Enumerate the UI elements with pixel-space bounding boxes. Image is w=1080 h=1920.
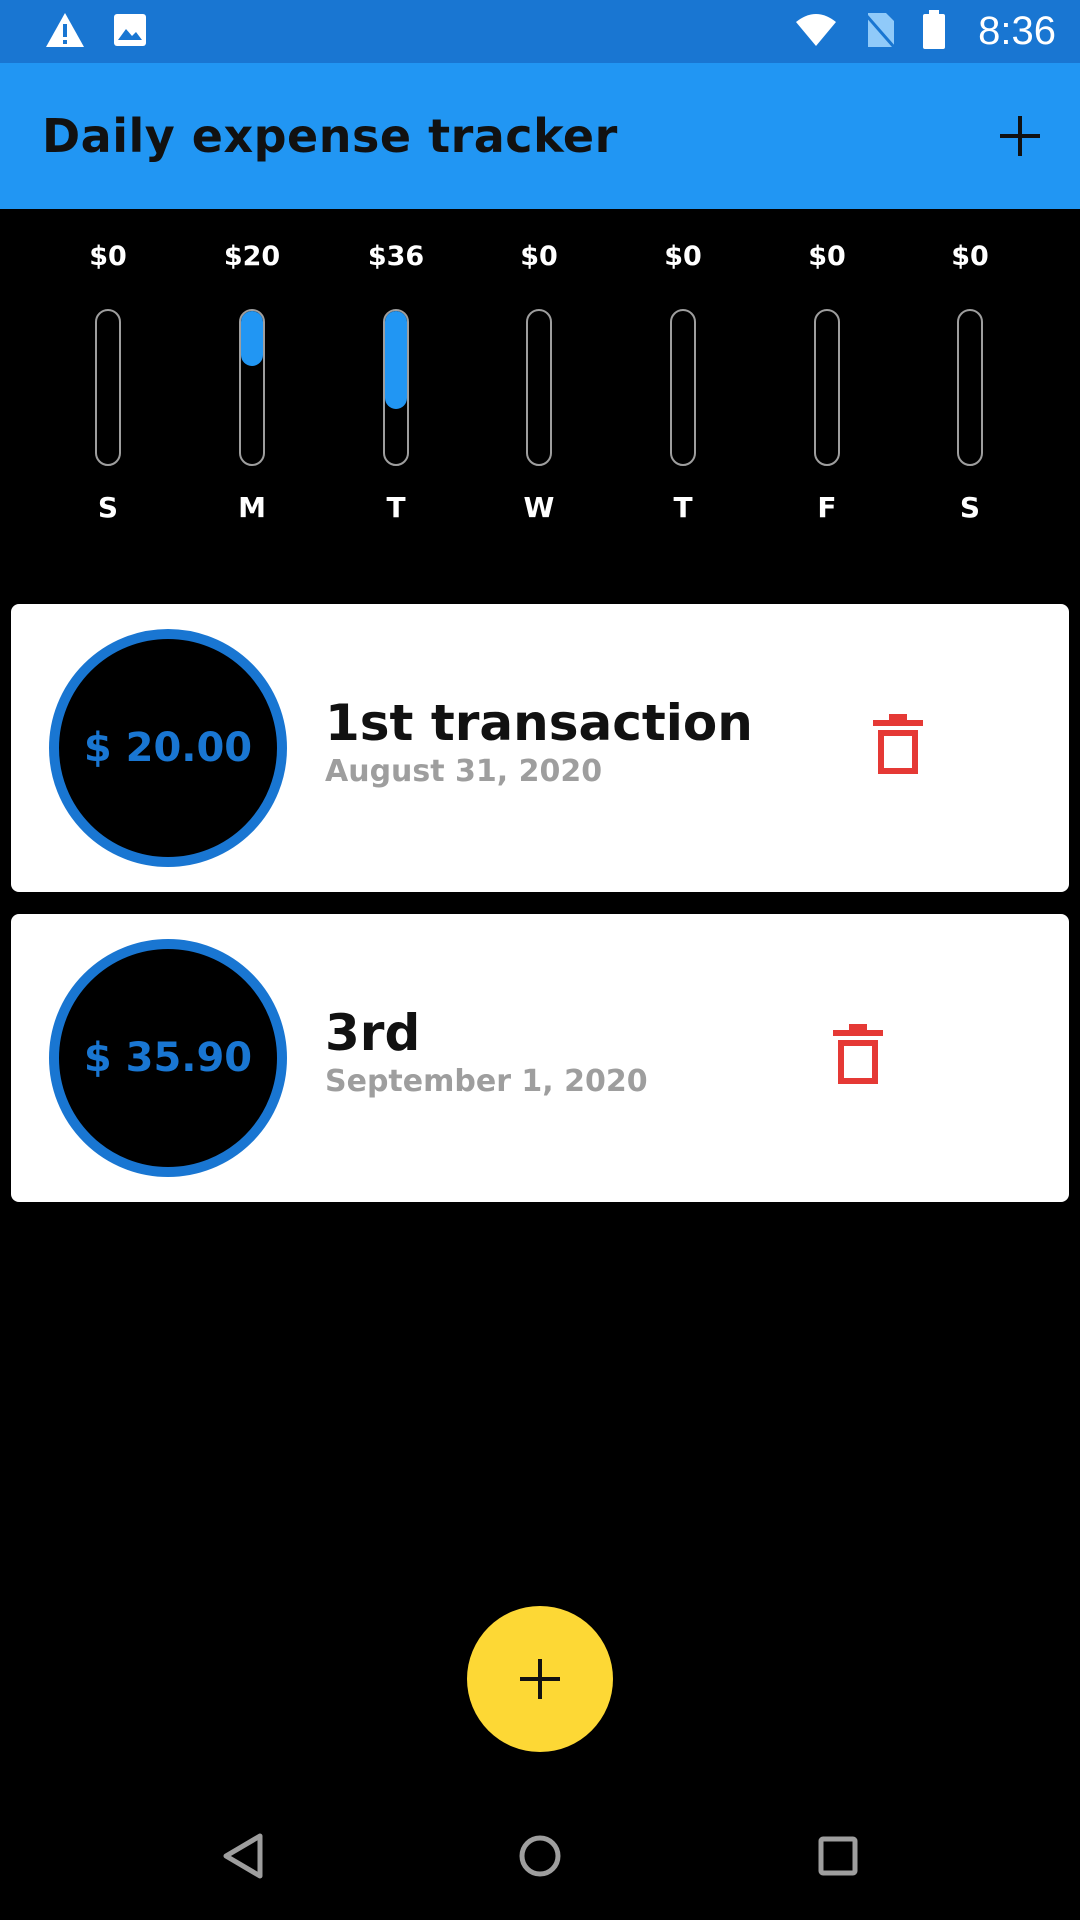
amount-avatar: $ 35.90 [49,939,287,1177]
transaction-title: 3rd [325,1004,421,1062]
trash-icon [873,714,923,774]
bar-day-label: M [238,491,266,524]
status-bar: 8:36 [0,0,1080,63]
nav-bar [0,1792,1080,1920]
bar-amount: $0 [520,241,558,272]
home-icon [519,1835,561,1877]
back-icon [223,1833,263,1879]
bar-track [526,309,552,466]
bar-fill [241,311,263,367]
add-transaction-button[interactable] [988,104,1052,168]
page-title: Daily expense tracker [42,109,618,163]
chart-bar-sun: $0 S [53,209,163,549]
bar-track [95,309,121,466]
no-sim-icon [864,11,896,53]
bar-fill [385,311,407,409]
transaction-card: $ 20.00 1st transaction August 31, 2020 [11,604,1069,892]
bar-day-label: F [817,491,837,524]
weekly-chart: $0 S $20 M $36 T $0 W $0 T $0 F $0 S [0,209,1080,549]
transaction-card: $ 35.90 3rd September 1, 2020 [11,914,1069,1202]
back-button[interactable] [210,1824,274,1888]
status-left [44,11,148,53]
add-icon [520,1659,560,1699]
chart-bar-fri: $0 F [772,209,882,549]
add-fab-button[interactable] [467,1606,613,1752]
chart-bar-thu: $0 T [628,209,738,549]
transaction-amount: $ 20.00 [83,725,253,771]
bar-track [814,309,840,466]
bar-amount: $0 [664,241,702,272]
bar-amount: $0 [951,241,989,272]
bar-track [957,309,983,466]
transaction-date: August 31, 2020 [325,754,603,789]
bar-amount: $20 [223,241,281,272]
bar-day-label: T [673,491,693,524]
bar-amount: $0 [89,241,127,272]
bar-day-label: S [959,491,981,524]
warning-icon [44,11,86,53]
bar-day-label: S [97,491,119,524]
chart-bar-tue: $36 T [341,209,451,549]
status-time: 8:36 [978,9,1056,53]
add-icon [1000,116,1040,156]
delete-button[interactable] [831,1024,895,1090]
delete-button[interactable] [871,714,935,780]
recents-icon [818,1836,858,1876]
recents-button[interactable] [806,1824,870,1888]
amount-avatar: $ 20.00 [49,629,287,867]
bar-day-label: W [523,491,555,524]
trash-icon [833,1024,883,1084]
transaction-date: September 1, 2020 [325,1064,648,1099]
chart-bar-sat: $0 S [915,209,1025,549]
bar-amount: $0 [808,241,846,272]
image-icon [112,12,148,52]
chart-bar-wed: $0 W [484,209,594,549]
transaction-amount: $ 35.90 [83,1035,253,1081]
transaction-title: 1st transaction [325,694,753,752]
chart-bar-mon: $20 M [197,209,307,549]
wifi-icon [794,12,838,52]
bar-day-label: T [386,491,406,524]
status-right: 8:36 [794,9,1056,54]
battery-icon [922,9,946,54]
bar-track [239,309,265,466]
app-bar: Daily expense tracker [0,63,1080,209]
bar-amount: $36 [367,241,425,272]
home-button[interactable] [508,1824,572,1888]
bar-track [383,309,409,466]
bar-track [670,309,696,466]
